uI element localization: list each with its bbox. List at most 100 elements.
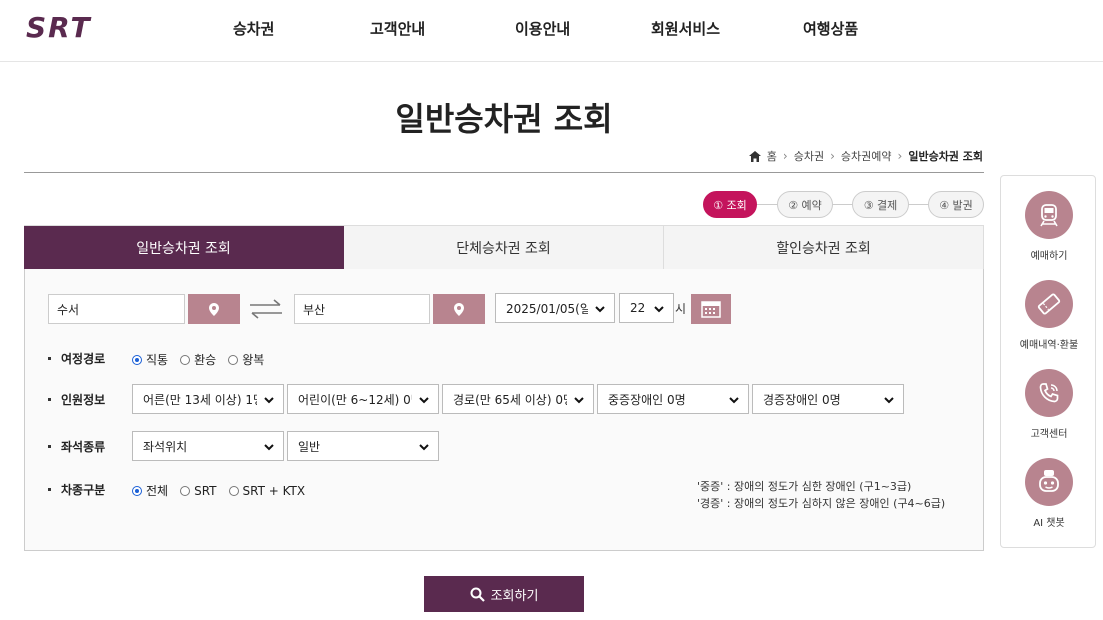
date-select[interactable]: 2025/01/05(일) — [495, 293, 615, 323]
step-indicator: ① 조회 ② 예약 ③ 결제 ④ 발권 — [703, 191, 985, 218]
breadcrumb-current: 일반승차권 조회 — [908, 150, 983, 163]
ticket-type-tabs: 일반승차권 조회 단체승차권 조회 할인승차권 조회 — [24, 225, 984, 270]
train-type-srt[interactable]: SRT — [180, 482, 217, 499]
calendar-icon — [701, 301, 721, 318]
trip-route-radios: 직통 환승 왕복 — [132, 351, 264, 368]
hour-select[interactable]: 22 — [619, 293, 674, 323]
step-issue: ④ 발권 — [928, 191, 984, 218]
mild-disability-note: '경증' : 장애의 정도가 심하지 않은 장애인 (구4~6급) — [697, 497, 946, 510]
chevron-down-icon — [264, 444, 274, 451]
radio-icon — [228, 485, 239, 496]
chevron-down-icon — [264, 397, 274, 404]
chevron-right-icon: › — [782, 149, 788, 163]
nav-item-guide[interactable]: 이용안내 — [515, 18, 570, 39]
map-pin-icon — [454, 302, 464, 316]
step-reserve: ② 예약 — [777, 191, 833, 218]
radio-selected-icon — [132, 354, 142, 365]
swap-stations-icon[interactable] — [248, 298, 284, 320]
mild-disabled-count-select[interactable]: 경증장애인 0명 — [752, 384, 904, 414]
hour-suffix: 시 — [675, 302, 687, 316]
quick-history-refund-label: 예매내역·환불 — [1019, 340, 1079, 351]
train-type-all-label: 전체 — [146, 484, 169, 498]
radio-icon — [180, 354, 191, 365]
trip-route-direct[interactable]: 직통 — [132, 351, 168, 368]
radio-icon — [180, 485, 191, 496]
adult-count-select[interactable]: 어른(만 13세 이상) 1명 — [132, 384, 284, 414]
quick-reserve[interactable]: 예매하기 — [1001, 191, 1097, 262]
arrival-station-input[interactable]: 부산 — [294, 294, 430, 324]
tab-group-ticket[interactable]: 단체승차권 조회 — [344, 226, 664, 270]
severe-disabled-count-select[interactable]: 중증장애인 0명 — [597, 384, 749, 414]
seat-type-label: 좌석종류 — [48, 438, 105, 455]
nav-item-travel[interactable]: 여행상품 — [803, 18, 858, 39]
nav-item-customer[interactable]: 고객안내 — [370, 18, 425, 39]
bullet-icon — [48, 357, 51, 360]
ticket-icon — [1025, 280, 1073, 328]
quick-ai-chatbot[interactable]: AI 챗봇 — [1001, 458, 1097, 529]
trip-route-transfer-label: 환승 — [194, 353, 217, 367]
chevron-down-icon — [595, 306, 605, 313]
trip-route-label: 여정경로 — [48, 350, 105, 367]
train-type-all[interactable]: 전체 — [132, 482, 168, 499]
passenger-label: 인원정보 — [48, 391, 105, 408]
train-type-label: 차종구분 — [48, 481, 105, 498]
passenger-label-text: 인원정보 — [61, 393, 106, 407]
chevron-down-icon — [884, 397, 894, 404]
train-type-label-text: 차종구분 — [61, 483, 106, 497]
bullet-icon — [48, 398, 51, 401]
breadcrumb-item-reservation[interactable]: 승차권예약 — [841, 148, 892, 164]
departure-station-input[interactable]: 수서 — [48, 294, 185, 324]
global-nav: 승차권 고객안내 이용안내 회원서비스 여행상품 — [0, 18, 1103, 40]
date-select-value: 2025/01/05(일) — [506, 301, 588, 316]
nav-item-member[interactable]: 회원서비스 — [651, 18, 720, 39]
seat-type-label-text: 좌석종류 — [61, 440, 106, 454]
home-icon — [748, 150, 761, 162]
child-count-value: 어린이(만 6~12세) 0명 — [298, 392, 412, 407]
chevron-down-icon — [729, 397, 739, 404]
tab-general-ticket[interactable]: 일반승차권 조회 — [24, 226, 344, 270]
senior-count-value: 경로(만 65세 이상) 0명 — [453, 392, 567, 407]
breadcrumb-item-ticket[interactable]: 승차권 — [794, 148, 824, 164]
quick-history-refund[interactable]: 예매내역·환불 — [1001, 280, 1097, 351]
train-type-srt-ktx[interactable]: SRT + KTX — [228, 482, 306, 499]
train-type-radios: 전체 SRT SRT + KTX — [132, 482, 305, 499]
nav-item-ticket[interactable]: 승차권 — [233, 18, 274, 39]
seat-class-select[interactable]: 일반 — [287, 431, 439, 461]
senior-count-select[interactable]: 경로(만 65세 이상) 0명 — [442, 384, 594, 414]
step-payment: ③ 결제 — [852, 191, 909, 218]
trip-route-label-text: 여정경로 — [61, 352, 106, 366]
title-divider — [24, 172, 984, 173]
quick-reserve-label: 예매하기 — [1030, 251, 1068, 262]
seat-position-value: 좌석위치 — [143, 439, 188, 454]
seat-position-select[interactable]: 좌석위치 — [132, 431, 284, 461]
radio-icon — [228, 354, 239, 365]
train-type-srt-ktx-label: SRT + KTX — [242, 483, 306, 498]
tab-discount-ticket[interactable]: 할인승차권 조회 — [664, 226, 984, 270]
radio-selected-icon — [132, 485, 142, 496]
map-pin-icon — [209, 302, 219, 316]
search-button-label: 조회하기 — [490, 588, 539, 604]
search-button[interactable]: 조회하기 — [424, 576, 584, 612]
hour-select-value: 22 — [630, 301, 646, 315]
breadcrumb-home[interactable]: 홈 — [767, 148, 777, 164]
child-count-select[interactable]: 어린이(만 6~12세) 0명 — [287, 384, 439, 414]
chevron-right-icon: › — [830, 149, 835, 163]
step-search: ① 조회 — [703, 191, 757, 218]
breadcrumb: 홈 › 승차권 › 승차권예약 › 일반승차권 조회 — [748, 148, 983, 164]
seat-class-value: 일반 — [298, 439, 321, 454]
trip-route-roundtrip[interactable]: 왕복 — [228, 351, 264, 368]
calendar-button[interactable] — [691, 294, 731, 324]
departure-station-button[interactable] — [188, 294, 240, 324]
quick-customer-center[interactable]: 고객센터 — [1001, 369, 1097, 440]
chevron-down-icon — [419, 397, 429, 404]
mild-disabled-count-value: 경증장애인 0명 — [763, 392, 841, 407]
chevron-down-icon — [574, 397, 584, 404]
trip-route-roundtrip-label: 왕복 — [242, 353, 265, 367]
arrival-station-button[interactable] — [433, 294, 485, 324]
severe-disabled-count-value: 중증장애인 0명 — [608, 392, 686, 407]
trip-route-transfer[interactable]: 환승 — [180, 351, 216, 368]
quick-customer-center-label: 고객센터 — [1030, 429, 1068, 440]
train-type-srt-label: SRT — [194, 483, 217, 498]
trip-route-direct-label: 직통 — [146, 353, 169, 367]
search-icon — [470, 587, 485, 602]
